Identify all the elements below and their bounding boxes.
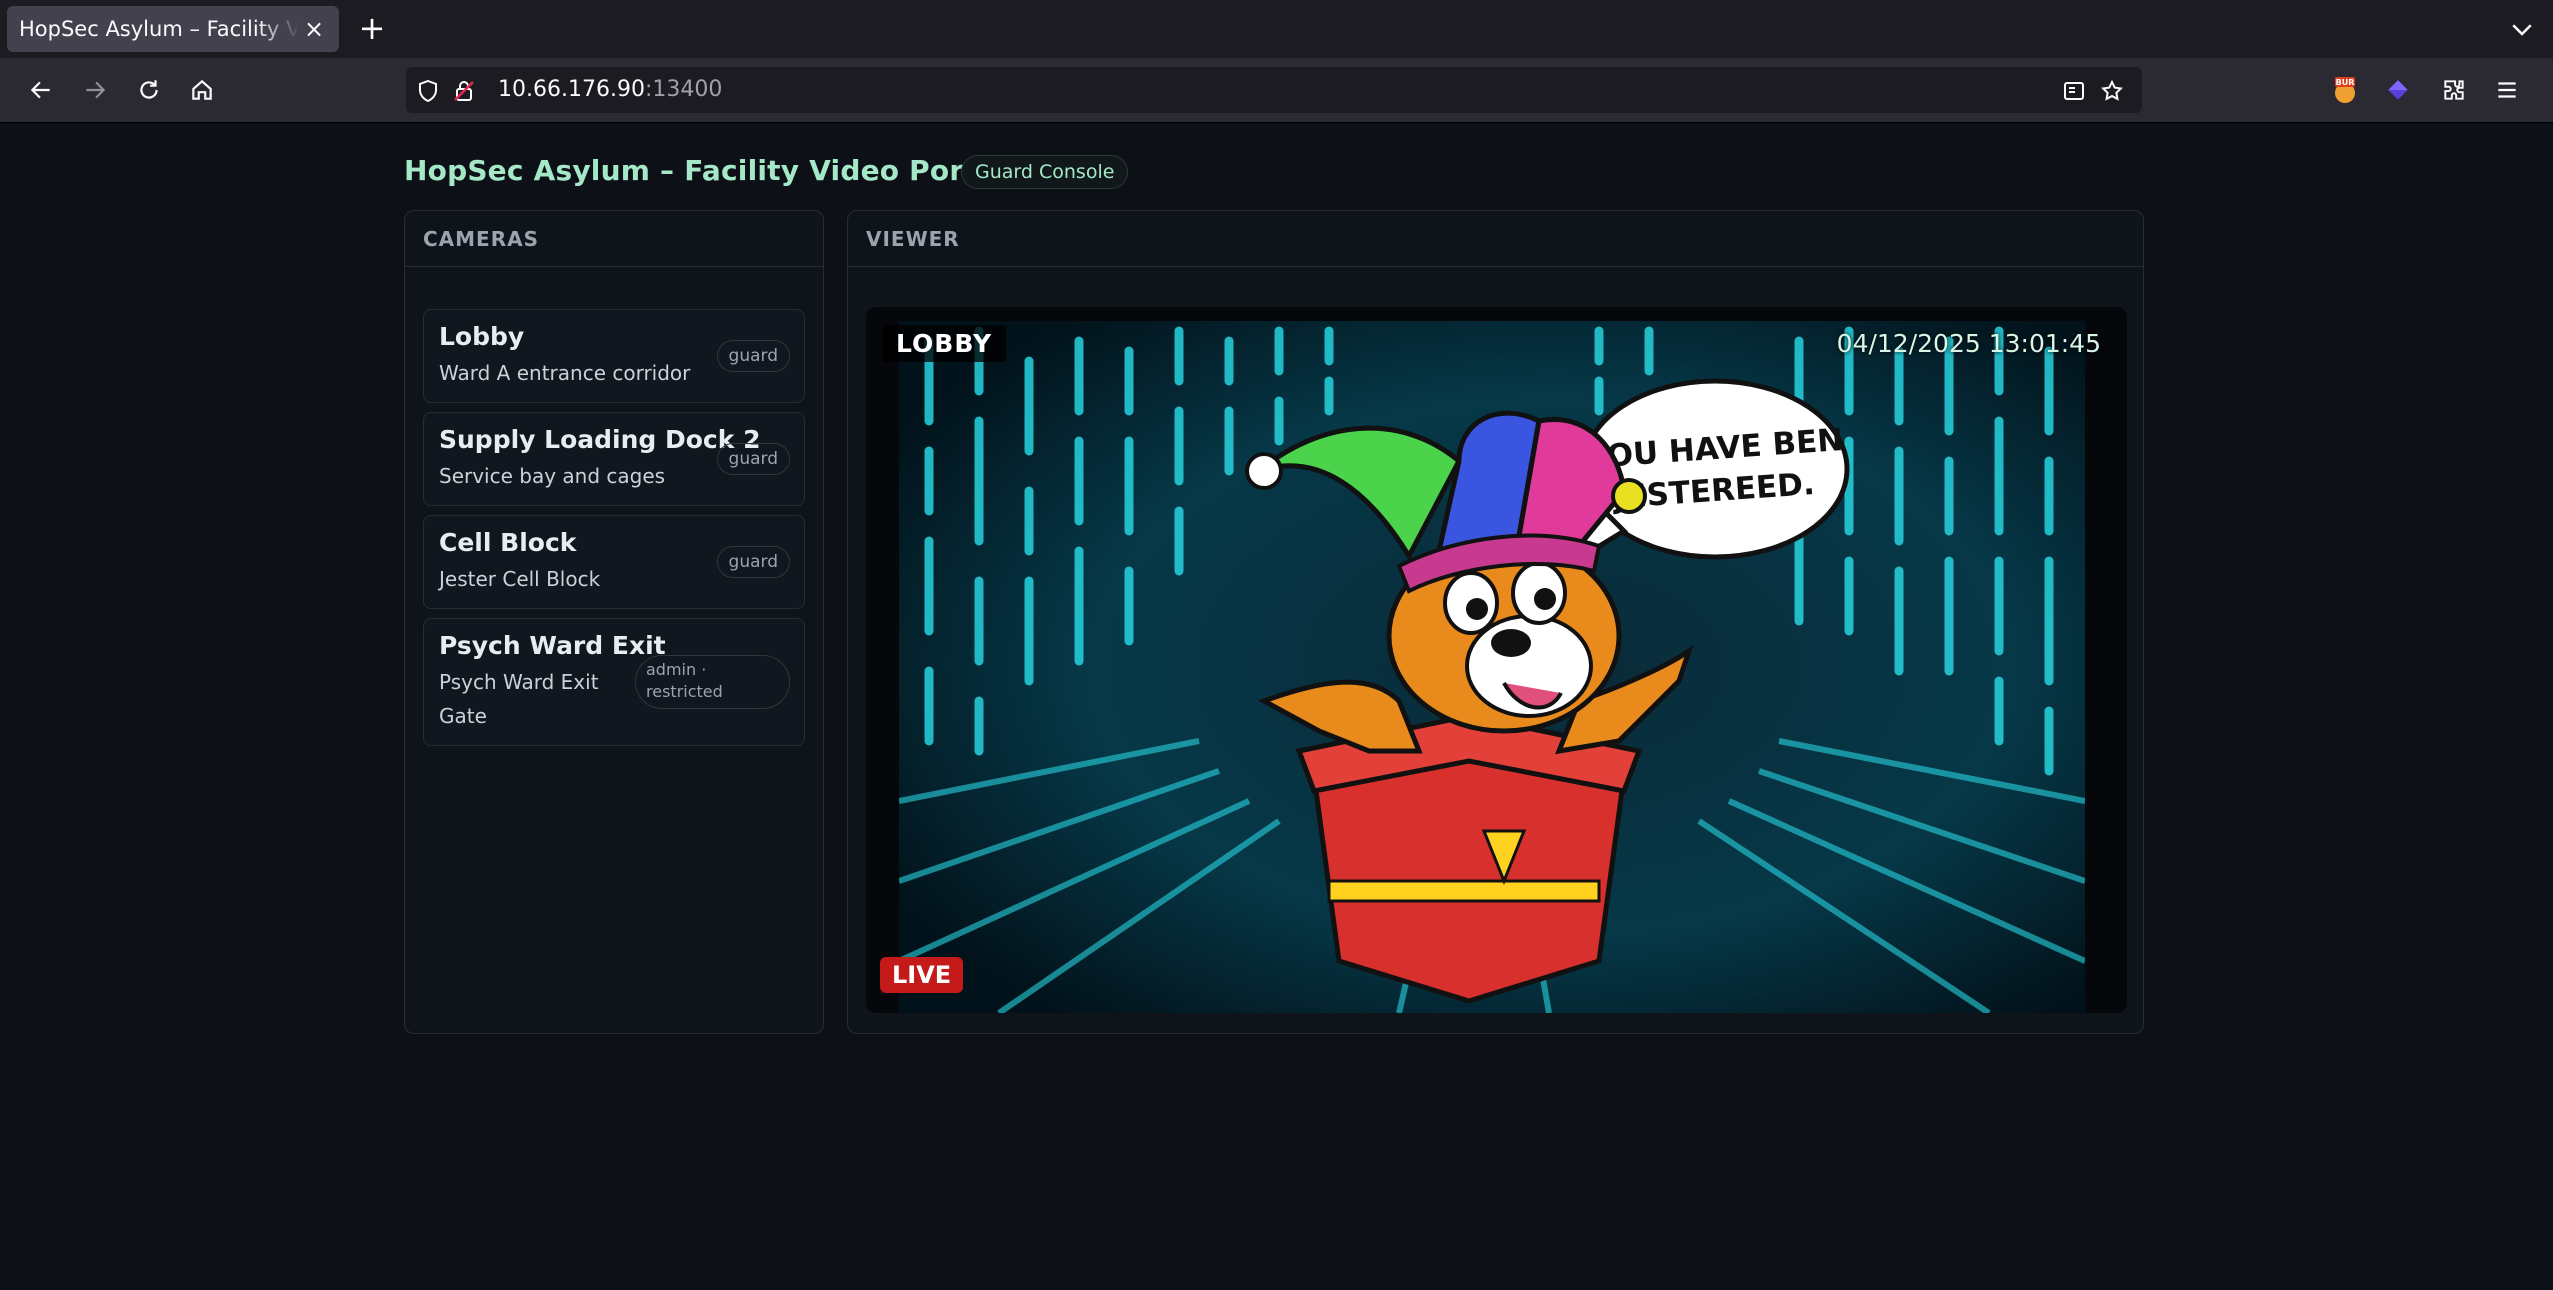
url-port: :13400 (644, 77, 723, 102)
url-host: 10.66.176.90 (498, 77, 645, 102)
bookmark-star-icon[interactable] (2100, 79, 2124, 103)
camera-name: Cell Block (439, 528, 577, 557)
reader-view-icon[interactable] (2062, 79, 2086, 103)
back-icon[interactable] (24, 73, 58, 107)
camera-item-cell-block[interactable]: Cell Block Jester Cell Block guard (423, 515, 805, 609)
camera-description: Psych Ward Exit Gate (439, 670, 599, 728)
access-badge-restricted: admin · restricted (635, 655, 790, 709)
jester-feed-image: YOU HAVE BEN JESTEREED. (899, 321, 2085, 1013)
svg-text:BUR: BUR (2336, 78, 2355, 87)
camera-label: LOBBY (882, 325, 1007, 362)
menu-icon[interactable] (2490, 73, 2524, 107)
reload-icon[interactable] (132, 73, 166, 107)
page-title: HopSec Asylum – Facility Video Portal (404, 154, 1006, 187)
camera-name: Lobby (439, 322, 525, 351)
access-badge: guard (716, 443, 790, 475)
camera-name: Psych Ward Exit (439, 631, 666, 660)
camera-description: Ward A entrance corridor (439, 361, 691, 385)
access-badge: guard (716, 546, 790, 578)
home-icon[interactable] (185, 73, 219, 107)
browser-tab-active[interactable]: HopSec Asylum – Facility Video Portal × (7, 6, 339, 52)
access-badge: guard (716, 340, 790, 372)
shield-icon[interactable] (416, 79, 440, 103)
feed-timestamp: 04/12/2025 13:01:45 (1836, 329, 2101, 358)
cameras-heading: CAMERAS (405, 211, 823, 267)
url-bar[interactable]: 10.66.176.90:13400 (406, 67, 2142, 113)
live-badge: LIVE (880, 957, 964, 993)
tab-title: HopSec Asylum – Facility Video Portal (19, 17, 299, 41)
url-text[interactable]: 10.66.176.90:13400 (498, 77, 722, 102)
viewer-panel: VIEWER YOU HAVE BEN JESTEREED. LOBBY 04/… (847, 210, 2144, 1034)
camera-name: Supply Loading Dock 2 (439, 425, 761, 454)
burp-extension-icon[interactable]: BUR (2328, 73, 2362, 107)
insecure-lock-icon[interactable] (452, 79, 476, 103)
extensions-puzzle-icon[interactable] (2437, 73, 2471, 107)
camera-item-supply-dock[interactable]: Supply Loading Dock 2 Service bay and ca… (423, 412, 805, 506)
camera-feed[interactable]: YOU HAVE BEN JESTEREED. LOBBY 04/12/2025… (866, 307, 2127, 1013)
chevron-down-icon[interactable] (2507, 14, 2537, 44)
camera-description: Jester Cell Block (439, 567, 601, 591)
new-tab-icon[interactable]: + (355, 12, 389, 46)
cameras-panel: CAMERAS Lobby Ward A entrance corridor g… (404, 210, 824, 1034)
viewer-heading: VIEWER (848, 211, 2143, 267)
browser-tab-bar: HopSec Asylum – Facility Video Portal × … (0, 0, 2553, 58)
browser-nav-bar: 10.66.176.90:13400 BUR (0, 58, 2553, 122)
close-tab-icon[interactable]: × (301, 16, 327, 42)
camera-item-psych-ward-exit[interactable]: Psych Ward Exit Psych Ward Exit Gate adm… (423, 618, 805, 746)
forward-icon[interactable] (78, 73, 112, 107)
camera-item-lobby[interactable]: Lobby Ward A entrance corridor guard (423, 309, 805, 403)
camera-description: Service bay and cages (439, 464, 666, 488)
diamond-extension-icon[interactable] (2381, 73, 2415, 107)
chrome-divider (0, 122, 2553, 123)
role-badge: Guard Console (961, 155, 1129, 189)
